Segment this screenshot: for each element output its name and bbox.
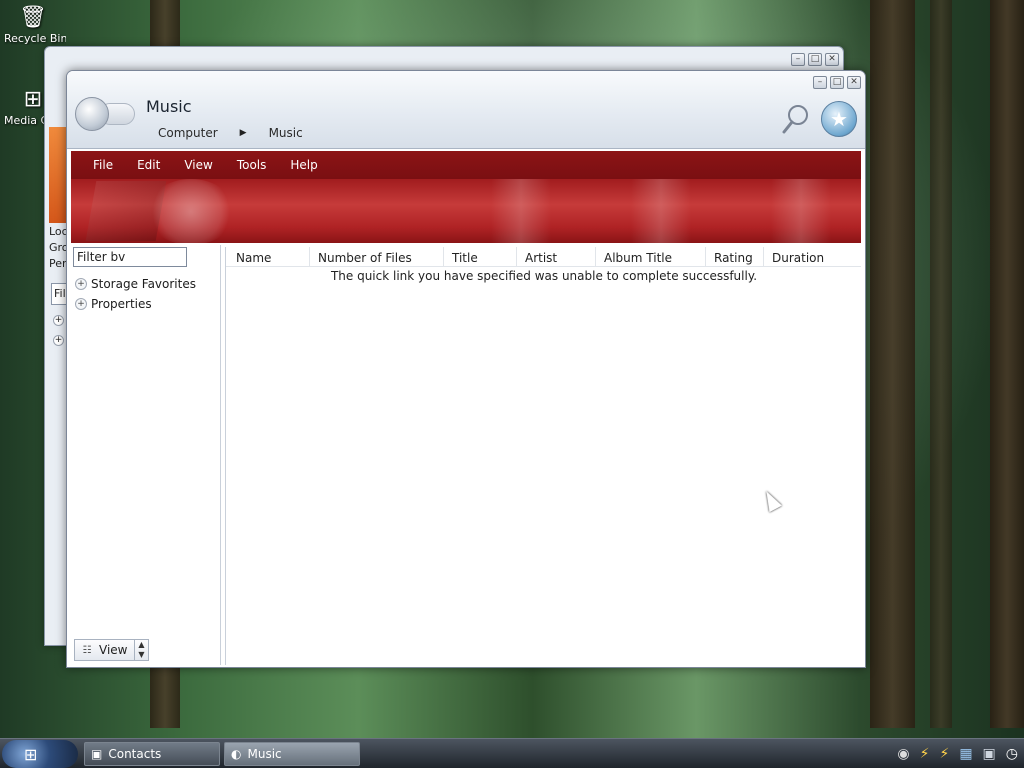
- start-button[interactable]: ⊞: [2, 740, 78, 768]
- sidebar: + Storage Favorites + Properties ☷ View …: [71, 245, 221, 665]
- list-view-icon: ☷: [82, 644, 92, 656]
- tree-item-label: Storage Favorites: [91, 277, 196, 291]
- column-headers: Name Number of Files Title Artist Album …: [226, 247, 861, 267]
- cd-disc-graphic: [147, 179, 235, 243]
- background-window-text: Loc: [49, 225, 68, 238]
- breadcrumb-item-music[interactable]: Music: [269, 126, 303, 140]
- minimize-button[interactable]: –: [791, 53, 805, 66]
- background-window-text: Per: [49, 257, 67, 270]
- music-window[interactable]: – □ ✕ Music Computer ▶ Music ★ File Edit…: [66, 70, 866, 668]
- filter-input[interactable]: [73, 247, 187, 267]
- file-list: Name Number of Files Title Artist Album …: [225, 247, 861, 665]
- expand-icon[interactable]: +: [53, 315, 64, 326]
- column-header-number-of-files[interactable]: Number of Files: [310, 247, 444, 266]
- menu-tools[interactable]: Tools: [225, 151, 279, 179]
- tree-trunk: [990, 0, 1024, 728]
- menu-edit[interactable]: Edit: [125, 151, 172, 179]
- clock-icon[interactable]: ◷: [1006, 746, 1018, 762]
- maximize-button[interactable]: □: [830, 76, 844, 89]
- menu-help[interactable]: Help: [278, 151, 329, 179]
- window-controls: – □ ✕: [791, 53, 839, 66]
- window-title: Music: [146, 97, 192, 116]
- taskbar-item-contacts[interactable]: ▣ Contacts: [84, 742, 220, 766]
- music-banner: [71, 179, 861, 243]
- star-icon: ★: [830, 107, 848, 131]
- tree-item-storage-favorites[interactable]: + Storage Favorites: [75, 277, 196, 291]
- banner-sheen: [771, 179, 831, 243]
- contacts-icon: ▣: [91, 747, 103, 761]
- view-button-label: View: [99, 643, 128, 657]
- tree-item-label: Properties: [91, 297, 152, 311]
- favorites-button[interactable]: ★: [821, 101, 857, 137]
- menu-file[interactable]: File: [81, 151, 125, 179]
- network-icon[interactable]: ▦: [959, 746, 972, 762]
- close-button[interactable]: ✕: [847, 76, 861, 89]
- menu-view[interactable]: View: [172, 151, 224, 179]
- column-header-album-title[interactable]: Album Title: [596, 247, 706, 266]
- windows-logo-icon: ⊞: [24, 744, 38, 764]
- maximize-button[interactable]: □: [808, 53, 822, 66]
- lightning-icon[interactable]: ⚡: [920, 746, 930, 762]
- error-message: The quick link you have specified was un…: [330, 269, 758, 283]
- column-header-title[interactable]: Title: [444, 247, 517, 266]
- chevron-right-icon: ▶: [239, 128, 247, 138]
- system-tray: ◉ ⚡ ⚡ ▦ ▣ ◷: [891, 740, 1024, 768]
- recycle-bin-icon: 🗑: [19, 4, 47, 30]
- banner-sheen: [491, 179, 551, 243]
- column-header-rating[interactable]: Rating: [706, 247, 764, 266]
- taskbar-item-label: Contacts: [108, 747, 162, 761]
- search-button[interactable]: [779, 101, 813, 137]
- window-controls: – □ ✕: [813, 76, 861, 89]
- tree-item-properties[interactable]: + Properties: [75, 297, 152, 311]
- music-icon: ◐: [231, 747, 242, 761]
- taskbar-item-label: Music: [247, 747, 282, 761]
- desktop-icon-recycle-bin[interactable]: 🗑 Recycle Bin: [4, 2, 66, 46]
- tray-expand-icon[interactable]: ◉: [897, 746, 909, 762]
- expand-icon[interactable]: +: [53, 335, 64, 346]
- breadcrumb: Computer ▶ Music: [158, 126, 303, 140]
- close-button[interactable]: ✕: [825, 53, 839, 66]
- breadcrumb-item-computer[interactable]: Computer: [158, 126, 218, 140]
- banner-sheen: [631, 179, 691, 243]
- expand-icon[interactable]: +: [75, 298, 87, 310]
- window-header: – □ ✕ Music Computer ▶ Music ★: [67, 71, 865, 149]
- column-header-duration[interactable]: Duration: [764, 247, 860, 266]
- tree-trunk: [870, 0, 915, 728]
- desktop-icon-label: Recycle Bin: [4, 32, 66, 45]
- search-icon: [782, 105, 808, 134]
- view-button[interactable]: ☷ View ▲ ▼: [74, 639, 149, 661]
- taskbar-item-music[interactable]: ◐ Music: [224, 742, 360, 766]
- taskbar: ⊞ ▣ Contacts ◐ Music ◉ ⚡ ⚡ ▦ ▣ ◷: [0, 738, 1024, 768]
- column-header-name[interactable]: Name: [228, 247, 310, 266]
- monitor-icon[interactable]: ▣: [983, 746, 996, 762]
- minimize-button[interactable]: –: [813, 76, 827, 89]
- column-header-artist[interactable]: Artist: [517, 247, 596, 266]
- menu-bar: File Edit View Tools Help: [71, 151, 861, 179]
- up-down-arrow-icon[interactable]: ▲ ▼: [134, 640, 148, 660]
- expand-icon[interactable]: +: [75, 278, 87, 290]
- lightning-icon[interactable]: ⚡: [939, 746, 949, 762]
- back-button[interactable]: [75, 97, 109, 131]
- tree-trunk: [930, 0, 952, 728]
